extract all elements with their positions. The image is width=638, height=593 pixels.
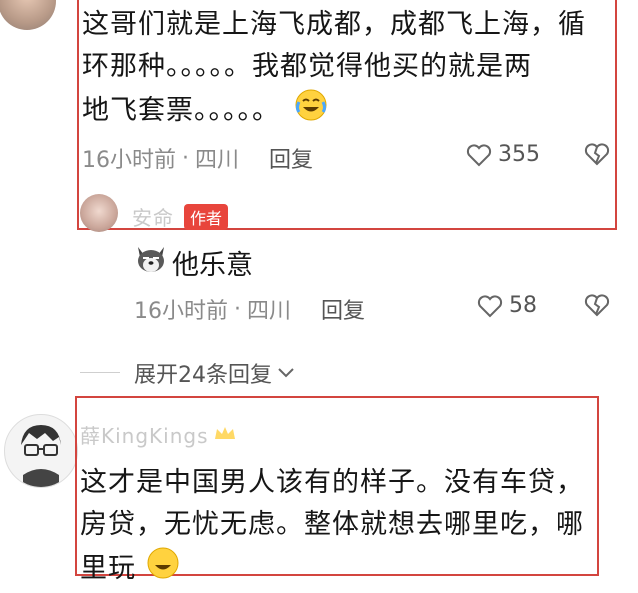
comment-line: 房贷，无忧无虑。整体就想去哪里吃，哪 (80, 509, 584, 540)
comment-text: 这才是中国男人该有的样子。没有车贷， 房贷，无忧无虑。整体就想去哪里吃，哪 里玩 (80, 462, 595, 593)
commenter-name[interactable]: 薛KingKings (80, 420, 209, 449)
location: 四川 (247, 299, 292, 324)
like-button[interactable]: 355 (466, 142, 540, 167)
comment-line: 这哥们就是上海飞成都，成都飞上海，循 (82, 9, 586, 40)
author-badge: 作者 (184, 203, 229, 230)
comment-line: 环那种。。。。。我都觉得他买的就是两 (82, 51, 532, 82)
like-button[interactable]: 58 (477, 293, 537, 318)
like-count: 58 (509, 293, 537, 318)
avatar[interactable] (4, 414, 78, 488)
comment-line: 地飞套票。。。。。 (82, 88, 612, 135)
commenter-name-row: 薛KingKings (80, 420, 237, 449)
laugh-cry-emoji-icon (294, 88, 328, 135)
comment-line: 里玩 (80, 546, 595, 593)
dislike-button[interactable] (584, 142, 616, 166)
comment-text: 这哥们就是上海飞成都，成都飞上海，循 环那种。。。。。我都觉得他买的就是两 地飞… (82, 4, 612, 135)
author-name[interactable]: 安命 (132, 202, 174, 231)
reply-meta: 16小时前 · 四川 回复 (134, 293, 365, 325)
heart-icon (477, 294, 503, 317)
crown-icon (213, 425, 237, 445)
heart-icon (466, 143, 492, 166)
expand-replies-button[interactable]: 展开24条回复 (134, 357, 296, 389)
avatar[interactable] (0, 0, 56, 30)
location: 四川 (195, 148, 240, 173)
comment-meta: 16小时前 · 四川 回复 (82, 142, 313, 174)
comment-line: 这才是中国男人该有的样子。没有车贷， (80, 467, 584, 498)
author-avatar[interactable] (80, 194, 118, 232)
dislike-heart-icon (584, 294, 610, 317)
author-name-row: 安命 作者 (132, 202, 229, 231)
reply-text: 他乐意 (134, 243, 253, 282)
reply-button[interactable]: 回复 (269, 142, 313, 174)
reply-button[interactable]: 回复 (321, 293, 365, 325)
laugh-cry-emoji-icon (146, 546, 180, 593)
expand-label: 展开24条回复 (134, 363, 272, 388)
chevron-down-icon (278, 368, 294, 378)
expand-divider (80, 372, 120, 373)
timestamp: 16小时前 (134, 299, 228, 324)
like-count: 355 (498, 142, 540, 167)
timestamp: 16小时前 (82, 148, 176, 173)
dog-emoji-icon (134, 243, 168, 282)
dislike-button[interactable] (584, 293, 616, 317)
dislike-heart-icon (584, 143, 610, 166)
